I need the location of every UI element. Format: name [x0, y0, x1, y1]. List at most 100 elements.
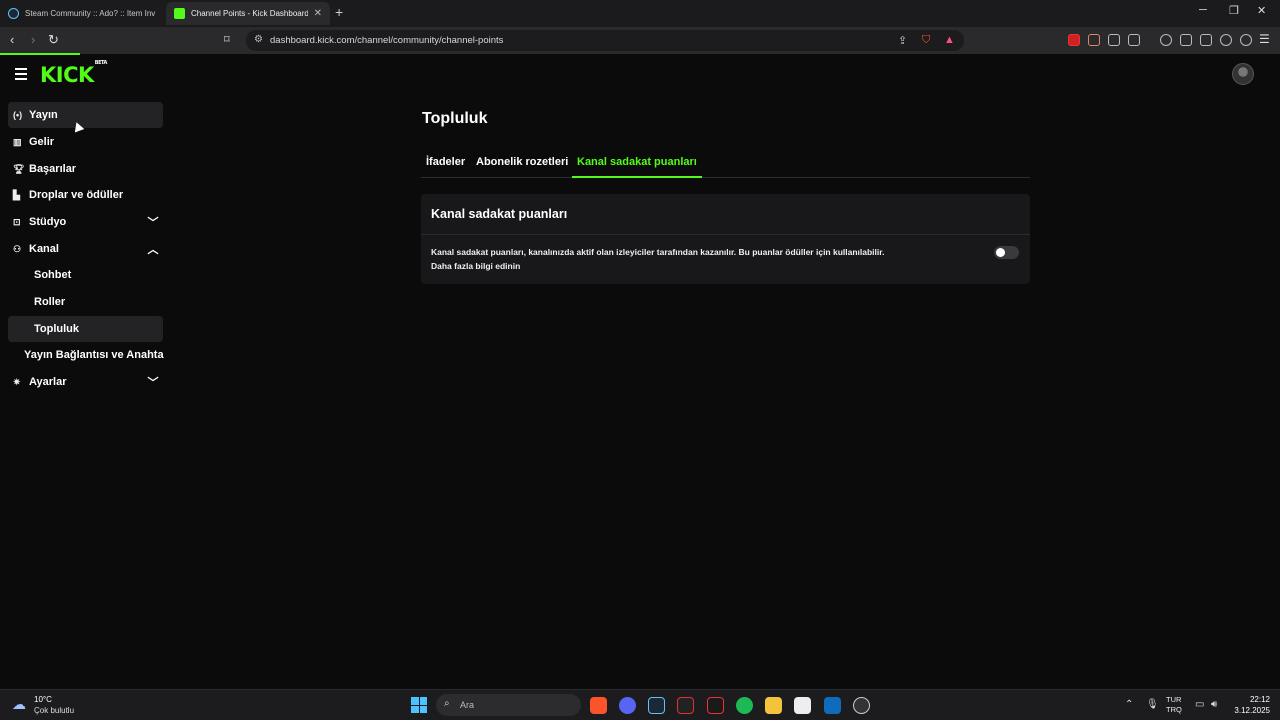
network-icon[interactable]: ▭ [1195, 699, 1204, 710]
extensions-puzzle-icon[interactable] [1108, 34, 1120, 46]
microphone-icon[interactable]: 🎙︎ [1146, 699, 1159, 710]
studio-icon: ⊡ [13, 216, 21, 227]
trophy-icon: 🏆︎ [13, 163, 25, 174]
sidebar-item-yayin[interactable]: (•) Yayın [8, 102, 163, 128]
sidebar-item-stream-key[interactable]: Yayın Bağlantısı ve Anahtarı [24, 342, 164, 368]
discord-icon[interactable] [619, 697, 636, 714]
hamburger-menu-icon[interactable] [15, 68, 27, 83]
chevron-up-icon[interactable]: ⌃ [1125, 699, 1133, 710]
sidebar-item-gelir[interactable]: ▥ Gelir [8, 129, 163, 155]
keyboard-layout[interactable]: TRQ [1166, 705, 1182, 714]
url-text[interactable]: dashboard.kick.com/channel/community/cha… [270, 35, 503, 46]
app-icon[interactable] [677, 697, 694, 714]
sidebar-item-label: Sohbet [34, 269, 72, 281]
address-bar[interactable]: ⚙ dashboard.kick.com/channel/community/c… [246, 30, 964, 51]
store-icon[interactable] [794, 697, 811, 714]
sidebar-item-studyo[interactable]: ⊡ Stüdyo ﹀ [8, 209, 163, 235]
kick-favicon-icon [174, 8, 185, 19]
site-info-icon[interactable]: ⚙ [254, 34, 263, 45]
brave-browser-icon[interactable] [590, 697, 607, 714]
minimize-icon[interactable]: ─ [1199, 4, 1207, 16]
beta-badge: BETA [94, 60, 108, 66]
sidebar-item-topluluk[interactable]: Topluluk [8, 316, 163, 342]
sidebar-item-label: Yayın Bağlantısı ve Anahtarı [24, 349, 164, 361]
sidebar-item-label: Topluluk [34, 323, 80, 335]
channel-icon: ⚇ [13, 243, 22, 254]
card-description: Kanal sadakat puanları, kanalınızda akti… [431, 247, 885, 257]
tab-kanal-sadakat-puanlari[interactable]: Kanal sadakat puanları [572, 156, 702, 178]
clock-date: 3.12.2025 [1234, 706, 1270, 715]
chevron-down-icon[interactable]: ﹀ [143, 214, 163, 230]
sidebar-item-label: Ayarlar [29, 376, 67, 388]
clock[interactable]: 22:12 3.12.2025 [1228, 695, 1270, 715]
vpn-shield-icon[interactable] [1240, 34, 1252, 46]
avatar[interactable] [1232, 63, 1254, 85]
tab-abonelik-rozetleri[interactable]: Abonelik rozetleri [471, 156, 573, 178]
tab-title: Steam Community :: Ado? :: Item Inve [25, 9, 155, 18]
browser-menu-icon[interactable]: ☰ [1259, 32, 1270, 46]
share-icon[interactable]: ⇪ [898, 34, 907, 47]
app-icon[interactable] [853, 697, 870, 714]
weather-description[interactable]: Çok bulutlu [34, 706, 74, 715]
weather-cloud-icon[interactable]: ☁ [12, 696, 26, 713]
sidebar-item-sohbet[interactable]: Sohbet [8, 262, 163, 288]
sidebar-item-basarilar[interactable]: 🏆︎ Başarılar [8, 156, 163, 182]
window-close-icon[interactable]: ✕ [1257, 4, 1266, 17]
extension-icon[interactable] [1088, 34, 1100, 46]
broadcast-icon: (•) [13, 110, 23, 120]
toggle-knob [996, 248, 1005, 257]
tab-title: Channel Points - Kick Dashboard [191, 9, 308, 18]
extension-icon[interactable] [1128, 34, 1140, 46]
tab-ifadeler[interactable]: İfadeler [421, 156, 470, 178]
sidebar-item-ayarlar[interactable]: ✷ Ayarlar ﹀ [8, 369, 163, 395]
sidebar-item-label: Gelir [29, 136, 55, 148]
sidebar-item-label: Kanal [29, 243, 59, 255]
taskbar-search[interactable]: ⌕ Ara [436, 694, 581, 716]
sidebar-icon[interactable] [1180, 34, 1192, 46]
reload-icon[interactable]: ↻ [48, 32, 59, 48]
sidebar-item-roller[interactable]: Roller [8, 289, 163, 315]
new-tab-button[interactable]: + [335, 4, 343, 20]
learn-more-link[interactable]: Daha fazla bilgi edinin [431, 261, 520, 271]
search-icon: ⌕ [444, 698, 450, 709]
browser-tab-kick[interactable]: Channel Points - Kick Dashboard ✕ [166, 2, 330, 25]
weather-temperature[interactable]: 10°C [34, 695, 52, 704]
browser-toolbar: ‹ › ↻ ⌑ ⚙ dashboard.kick.com/channel/com… [0, 27, 1280, 54]
sidebar-item-label: Droplar ve ödüller [29, 189, 124, 201]
browser-tab-steam[interactable]: Steam Community :: Ado? :: Item Inve [0, 2, 163, 25]
brave-rewards-icon[interactable]: ▲ [944, 34, 955, 46]
card-title: Kanal sadakat puanları [431, 207, 568, 221]
steam-icon [8, 8, 19, 19]
gear-icon: ✷ [13, 376, 21, 387]
sidebar-item-label: Roller [34, 296, 66, 308]
extension-icon[interactable] [1068, 34, 1080, 46]
browser-tab-strip: Steam Community :: Ado? :: Item Inve Cha… [0, 0, 1280, 27]
chevron-up-icon[interactable]: ︿ [143, 241, 163, 257]
forward-icon[interactable]: › [31, 32, 35, 47]
restore-icon[interactable]: ❐ [1229, 4, 1239, 17]
sidebar-item-droplar[interactable]: ▙ Droplar ve ödüller [8, 182, 163, 208]
outlook-icon[interactable] [824, 697, 841, 714]
brave-shields-icon[interactable]: ⛉ [922, 34, 930, 47]
channel-points-toggle[interactable] [994, 246, 1019, 259]
windows-start-icon[interactable] [411, 697, 427, 713]
media-icon[interactable] [1160, 34, 1172, 46]
leo-ai-icon[interactable] [1220, 34, 1232, 46]
sidebar-item-kanal[interactable]: ⚇ Kanal ︿ [8, 236, 163, 262]
spotify-icon[interactable] [736, 697, 753, 714]
chevron-down-icon[interactable]: ﹀ [143, 374, 163, 390]
sidebar-item-label: Başarılar [29, 163, 77, 175]
volume-icon[interactable]: 🔊︎ [1211, 699, 1217, 710]
wallet-icon[interactable] [1200, 34, 1212, 46]
close-tab-icon[interactable]: ✕ [314, 8, 322, 19]
search-placeholder: Ara [460, 700, 475, 710]
shield-app-icon[interactable] [707, 697, 724, 714]
drops-icon: ▙ [13, 189, 20, 200]
file-explorer-icon[interactable] [765, 697, 782, 714]
back-icon[interactable]: ‹ [10, 32, 14, 47]
channel-points-card: Kanal sadakat puanları Kanal sadakat pua… [421, 194, 1030, 284]
bookmark-icon[interactable]: ⌑ [224, 33, 230, 46]
steam-icon[interactable] [648, 697, 665, 714]
kick-logo[interactable]: KICKBETA [40, 60, 108, 87]
language-indicator[interactable]: TUR [1166, 695, 1181, 704]
